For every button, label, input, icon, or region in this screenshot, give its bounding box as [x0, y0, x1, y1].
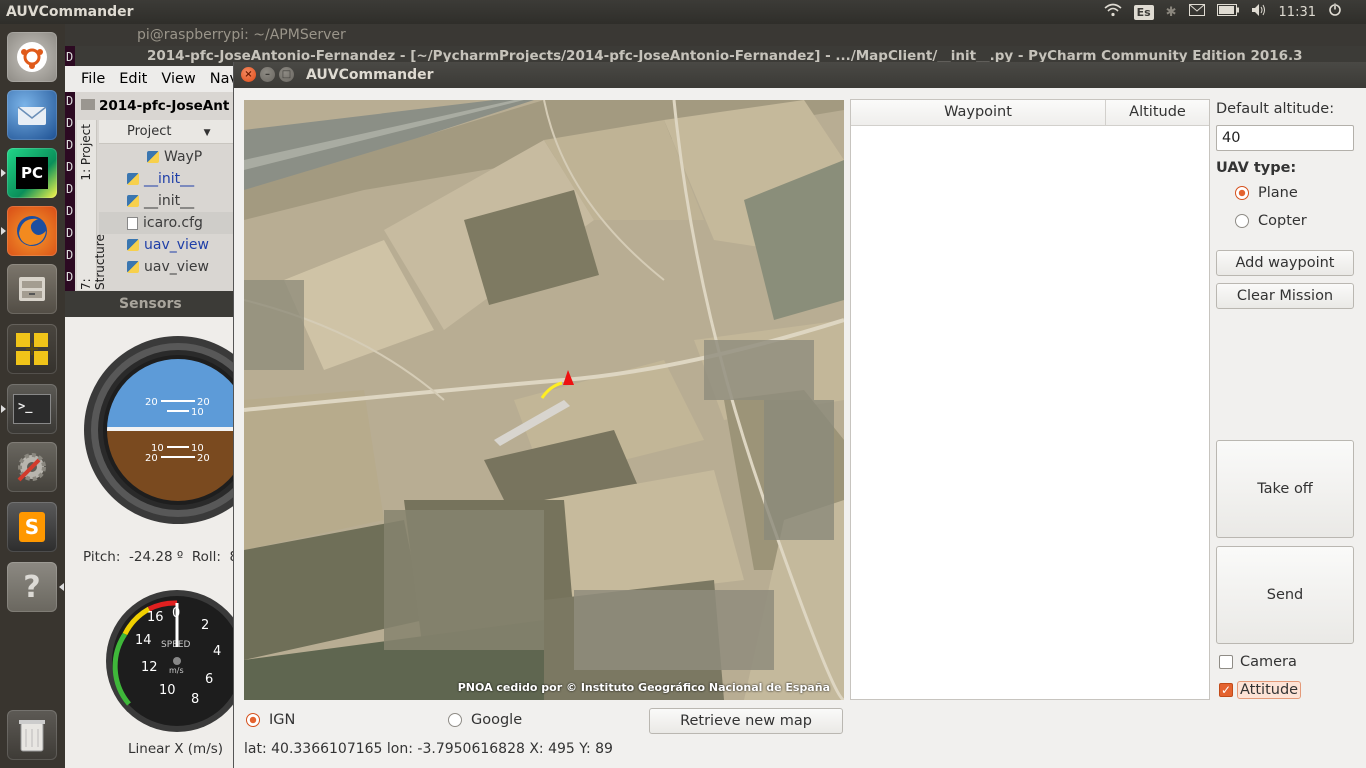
bluetooth-icon[interactable]: ✱	[1166, 5, 1177, 20]
battery-icon[interactable]	[1216, 4, 1239, 20]
waypoint-table[interactable]: Waypoint Altitude	[850, 99, 1210, 700]
workspace-switcher-icon[interactable]	[7, 324, 57, 374]
mail-icon[interactable]	[1188, 4, 1205, 20]
speed-gauge: 0 2 4 6 8 10 12 14 16 SPEED m/s	[106, 590, 237, 732]
speed-tick-label: 14	[135, 633, 152, 648]
attitude-indicator: 20 20 10 10 10 20 20	[84, 336, 235, 524]
python-file-icon	[127, 239, 139, 251]
pycharm-running-indicator	[1, 169, 6, 177]
uav-type-copter-label[interactable]: Copter	[1258, 213, 1307, 229]
python-file-icon	[147, 151, 159, 163]
terminal-window-title: pi@raspberrypi: ~/APMServer	[137, 27, 346, 43]
power-icon[interactable]	[1328, 3, 1342, 21]
python-file-icon	[127, 173, 139, 185]
attitude-checkbox[interactable]: ✓	[1219, 683, 1233, 697]
map-source-ign-label[interactable]: IGN	[269, 712, 295, 728]
camera-label[interactable]: Camera	[1240, 654, 1297, 670]
sensors-title-bar[interactable]: Sensors	[65, 291, 235, 317]
minimize-button[interactable]: –	[260, 67, 275, 82]
horizon-tick-label: 10	[191, 407, 204, 418]
chevron-down-icon[interactable]: ▼	[204, 128, 211, 138]
sensors-window-indicator	[59, 583, 64, 591]
pycharm-icon[interactable]: PC	[7, 148, 57, 198]
terminal-running-indicator	[1, 405, 6, 413]
uav-type-plane-label[interactable]: Plane	[1258, 185, 1298, 201]
wifi-icon[interactable]	[1104, 3, 1122, 21]
uav-type-plane-radio[interactable]	[1235, 186, 1249, 200]
config-file-icon	[127, 216, 138, 230]
default-altitude-input[interactable]: 40	[1216, 125, 1354, 151]
python-file-icon	[127, 195, 139, 207]
close-button[interactable]: ×	[241, 67, 256, 82]
thunderbird-icon[interactable]	[7, 90, 57, 140]
speed-tick-label: 4	[213, 644, 221, 659]
trash-icon[interactable]	[7, 710, 57, 760]
attitude-label[interactable]: Attitude	[1237, 681, 1302, 699]
pitch-roll-readout: Pitch: -24.28 º Roll: 8	[83, 549, 238, 565]
tool-window-strip: 1: Project 7: Structure	[77, 120, 107, 290]
auvcommander-window: × – □ AUVCommander PNOA cedido por © Ins…	[233, 62, 1366, 768]
table-header: Waypoint Altitude	[851, 100, 1209, 126]
map-credit: PNOA cedido por © Instituto Geográfico N…	[457, 681, 830, 694]
auv-window-title: AUVCommander	[306, 67, 434, 83]
column-header-altitude[interactable]: Altitude	[1106, 100, 1209, 125]
uav-type-label: UAV type:	[1216, 160, 1297, 176]
sensors-window: Sensors 20 20 10 10 10 20 20 Pitch: -24.…	[65, 291, 238, 768]
clock[interactable]: 11:31	[1279, 5, 1316, 20]
help-icon[interactable]: ?	[7, 562, 57, 612]
map-source-google-radio[interactable]	[448, 713, 462, 727]
speed-tick-label: 12	[141, 660, 158, 675]
horizon-tick-label: 20	[197, 453, 210, 464]
launcher: PC >_ S ?	[0, 24, 65, 768]
map-source-google-label[interactable]: Google	[471, 712, 522, 728]
column-header-waypoint[interactable]: Waypoint	[851, 100, 1106, 125]
breadcrumb[interactable]: 2014-pfc-JoseAnt	[81, 94, 241, 118]
take-off-button[interactable]: Take off	[1216, 440, 1354, 538]
sublime-text-icon[interactable]: S	[7, 502, 57, 552]
menu-edit[interactable]: Edit	[119, 71, 147, 87]
keyboard-layout-indicator[interactable]: Es	[1133, 4, 1154, 20]
camera-checkbox[interactable]	[1219, 655, 1233, 669]
python-file-icon	[127, 261, 139, 273]
satellite-map[interactable]: PNOA cedido por © Instituto Geográfico N…	[244, 100, 844, 700]
speed-tick-label: 8	[191, 692, 199, 707]
default-altitude-label: Default altitude:	[1216, 101, 1335, 117]
speed-tick-label: 16	[147, 610, 164, 625]
maximize-button[interactable]: □	[279, 67, 294, 82]
terminal-icon[interactable]: >_	[7, 384, 57, 434]
active-app-title: AUVCommander	[6, 4, 134, 20]
horizon-tick-label: 20	[145, 453, 158, 464]
firefox-running-indicator	[1, 227, 6, 235]
auv-title-bar[interactable]: × – □ AUVCommander	[234, 62, 1366, 88]
retrieve-new-map-button[interactable]: Retrieve new map	[649, 708, 843, 734]
send-button[interactable]: Send	[1216, 546, 1354, 644]
speed-tick-label: 6	[205, 672, 213, 687]
speed-tick-label: 10	[159, 683, 176, 698]
system-tray: Es ✱ 11:31	[1104, 3, 1366, 21]
menu-file[interactable]: File	[81, 71, 105, 87]
menu-view[interactable]: View	[161, 71, 195, 87]
folder-icon	[81, 99, 95, 110]
horizon-tick-label: 20	[145, 397, 158, 408]
system-settings-icon[interactable]	[7, 442, 57, 492]
add-waypoint-button[interactable]: Add waypoint	[1216, 250, 1354, 276]
map-imagery	[244, 100, 844, 700]
top-panel: AUVCommander Es ✱ 11:31	[0, 0, 1366, 24]
volume-icon[interactable]	[1251, 3, 1267, 21]
speed-gauge-unit: m/s	[169, 666, 184, 675]
uav-type-copter-radio[interactable]	[1235, 214, 1249, 228]
firefox-icon[interactable]	[7, 206, 57, 256]
speed-gauge-caption: Linear X (m/s)	[128, 741, 224, 757]
file-manager-icon[interactable]	[7, 264, 57, 314]
ubuntu-dash-icon[interactable]	[7, 32, 57, 82]
terminal-window: pi@raspberrypi: ~/APMServer	[65, 24, 1366, 46]
pitch-value: -24.28	[129, 549, 173, 565]
map-cursor-status: lat: 40.3366107165 lon: -3.7950616828 X:…	[244, 741, 613, 757]
tab-project[interactable]: 1: Project	[79, 124, 93, 181]
map-source-ign-radio[interactable]	[246, 713, 260, 727]
clear-mission-button[interactable]: Clear Mission	[1216, 283, 1354, 309]
speed-tick-label: 2	[201, 618, 209, 633]
